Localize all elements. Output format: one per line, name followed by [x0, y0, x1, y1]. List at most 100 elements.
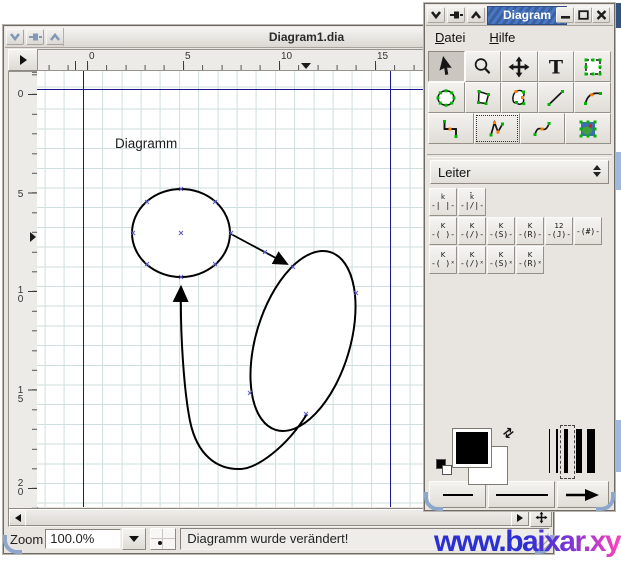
arrow-left-icon — [15, 514, 21, 522]
minimize-button[interactable] — [556, 7, 574, 23]
diagram-text-label: Diagramm — [115, 136, 177, 151]
ruler-label: 0 — [14, 90, 27, 99]
window-title: Diagram — [487, 6, 567, 25]
pin-button[interactable] — [447, 7, 465, 23]
ruler-label: 5 — [14, 190, 27, 199]
ruler-marker — [30, 232, 36, 242]
shape-button[interactable]: K-(R)ˣ — [516, 246, 544, 274]
box-icon — [581, 55, 605, 79]
minimize-icon — [560, 10, 571, 20]
shade-button[interactable] — [427, 7, 445, 23]
shape-button[interactable]: K-(/)ˣ — [458, 246, 486, 274]
tool-ellipse-button[interactable] — [428, 82, 465, 113]
unshade-button[interactable] — [467, 7, 485, 23]
tool-line-button[interactable] — [538, 82, 575, 113]
chevron-down-icon — [9, 32, 21, 42]
shape-button[interactable]: K-(/)- — [458, 217, 486, 245]
tool-polygon-button[interactable] — [465, 82, 502, 113]
spinner-arrows-icon[interactable] — [593, 165, 601, 177]
magnify-icon — [471, 55, 495, 79]
ruler-marker — [301, 63, 311, 69]
scroll-icon — [507, 55, 531, 79]
shape-button[interactable]: k-| |- — [429, 188, 457, 216]
grid-snap-toggle[interactable] — [150, 528, 176, 550]
pin-icon — [450, 10, 463, 20]
color-selector: ⇄ — [435, 424, 545, 486]
watermark-text: www.baixar.xyz — [434, 524, 621, 564]
tool-polyline-button[interactable] — [474, 113, 520, 144]
pin-button[interactable] — [26, 29, 44, 45]
arrow-right-icon — [517, 514, 523, 522]
modify-icon — [434, 55, 458, 79]
ruler-label: 1 5 — [14, 386, 27, 404]
tool-beziergon-button[interactable] — [501, 82, 538, 113]
ruler-label: 2 0 — [14, 479, 27, 497]
shape-palette: k-| |-k̄-|/|-K-( )-K-(/)-K-(S)-K-(R)-12-… — [429, 188, 611, 275]
image-icon — [576, 117, 600, 141]
text-icon: T — [544, 55, 568, 79]
tool-grid: T — [428, 51, 611, 144]
polyline-icon — [485, 117, 509, 141]
tool-bezierline-button[interactable] — [520, 113, 566, 144]
line-width-selector — [545, 425, 611, 479]
shape-button[interactable]: -(#)- — [574, 217, 602, 245]
tool-box-button[interactable] — [574, 51, 611, 82]
tool-magnify-button[interactable] — [465, 51, 502, 82]
shape-button[interactable]: K-( )ˣ — [429, 246, 457, 274]
polygon-icon — [471, 86, 495, 110]
separator — [427, 154, 612, 158]
tool-text-button[interactable]: T — [538, 51, 575, 82]
menu-hilfe[interactable]: Hilfe — [489, 30, 515, 45]
tool-image-button[interactable] — [565, 113, 611, 144]
unshade-button[interactable] — [46, 29, 64, 45]
swap-colors-icon[interactable]: ⇄ — [499, 423, 517, 442]
line-width-option[interactable] — [576, 429, 582, 473]
shape-button[interactable]: K-( )- — [429, 217, 457, 245]
tool-arc-button[interactable] — [574, 82, 611, 113]
maximize-button[interactable] — [574, 7, 592, 23]
arrow-icon — [565, 488, 601, 502]
toolbox-window: Diagram Datei Hilfe T Leiter k-| |-k̄-|/|… — [424, 3, 615, 511]
toolbox-menubar: Datei Hilfe — [427, 26, 612, 48]
line-style-button[interactable] — [488, 481, 555, 508]
shape-button[interactable]: k̄-|/|- — [458, 188, 486, 216]
close-button[interactable] — [592, 7, 610, 23]
chevron-down-icon — [129, 536, 139, 542]
line-width-option[interactable] — [556, 429, 558, 473]
arc-icon — [581, 86, 605, 110]
beziergon-icon — [507, 86, 531, 110]
snap-dot-icon — [158, 541, 162, 545]
straight-arrow — [231, 234, 287, 264]
zoom-label: Zoom — [10, 532, 43, 547]
diagram-menu-button[interactable] — [8, 49, 38, 71]
chevron-up-icon — [49, 32, 61, 42]
zoom-input[interactable]: 100.0% — [45, 529, 121, 549]
ruler-label: 1 0 — [14, 286, 27, 304]
chevron-down-icon — [430, 10, 442, 20]
sheet-selector[interactable]: Leiter — [430, 160, 609, 184]
tool-modify-button[interactable] — [428, 51, 465, 82]
zoom-dropdown-button[interactable] — [122, 528, 146, 550]
shape-button[interactable]: K-(S)ˣ — [487, 246, 515, 274]
line-width-option[interactable] — [564, 429, 568, 473]
sheet-selector-value: Leiter — [438, 165, 471, 180]
plain-line-icon — [443, 494, 473, 496]
shape-button[interactable]: K-(S)- — [487, 217, 515, 245]
bezierline-icon — [530, 117, 554, 141]
line-width-option[interactable] — [587, 429, 595, 473]
toolbox-titlebar[interactable]: Diagram — [426, 5, 613, 26]
line-width-option[interactable] — [549, 429, 550, 473]
ruler-label: 15 — [377, 51, 388, 62]
chevron-up-icon — [470, 10, 482, 20]
ruler-label: 5 — [185, 51, 191, 62]
end-arrow-button[interactable] — [557, 481, 609, 508]
default-colors-icon[interactable] — [437, 460, 453, 477]
start-arrow-button[interactable] — [429, 481, 486, 508]
foreground-color-swatch[interactable] — [453, 429, 491, 467]
shade-button[interactable] — [6, 29, 24, 45]
shape-button[interactable]: 12-(J)- — [545, 217, 573, 245]
tool-scroll-button[interactable] — [501, 51, 538, 82]
shape-button[interactable]: K-(R)- — [516, 217, 544, 245]
tool-zigzagline-button[interactable] — [428, 113, 474, 144]
menu-datei[interactable]: Datei — [435, 30, 465, 45]
